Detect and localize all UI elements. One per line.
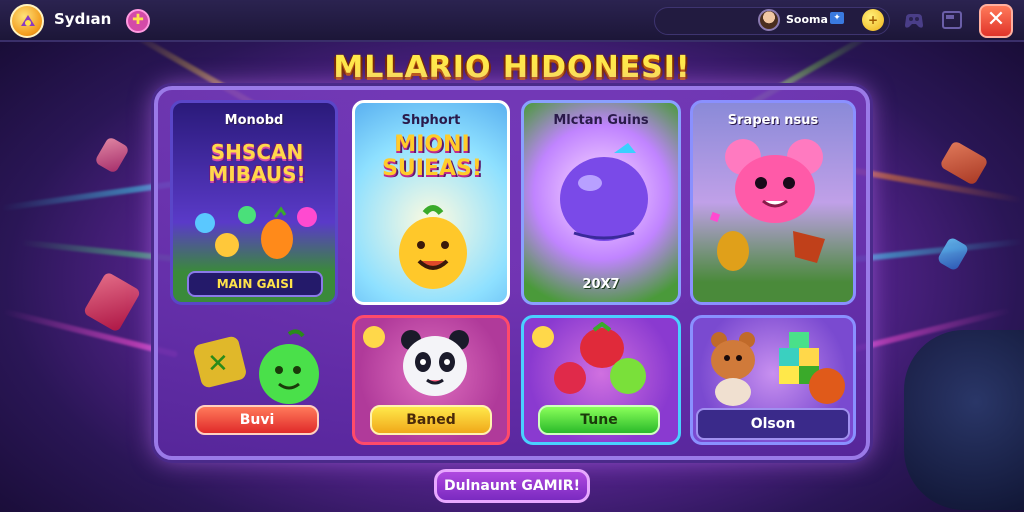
close-button[interactable]: ✕ xyxy=(979,4,1013,38)
badge-icon xyxy=(363,326,385,348)
green-character-art: ✕ xyxy=(194,329,319,404)
background-orb xyxy=(904,330,1024,510)
plus-icon[interactable]: ✚ xyxy=(126,9,150,33)
card-title: Mlctan Guins xyxy=(553,113,649,128)
card-caption: 20X7 xyxy=(582,277,620,292)
floating-gem xyxy=(939,140,989,186)
plum-art xyxy=(560,143,648,241)
floating-gem xyxy=(936,236,970,272)
buvi-button[interactable]: Buvi xyxy=(195,405,319,435)
baned-button[interactable]: Baned xyxy=(370,405,492,435)
user-name: Sooma xyxy=(786,13,828,26)
coin-icon[interactable]: + xyxy=(862,9,884,31)
avatar[interactable] xyxy=(758,9,780,31)
game-card-mlctan[interactable]: Mlctan Guins 20X7 xyxy=(521,100,681,305)
flag-icon: ✦ xyxy=(830,12,844,24)
app-title: Sydıan xyxy=(54,10,112,28)
top-bar: Sydıan ✚ Sooma ✦ + ✕ xyxy=(0,0,1024,42)
game-card-shphort[interactable]: Shphort MIONI SUIEAS! xyxy=(352,100,510,305)
card-title: Monobd xyxy=(224,113,284,128)
logo-icon[interactable] xyxy=(10,4,44,38)
fruit-bundle-art xyxy=(554,322,646,394)
card-title: Shphort xyxy=(401,113,461,128)
fruit-art xyxy=(195,206,317,259)
promo-text: MIONI SUIEAS! xyxy=(382,132,482,181)
mouse-character-art xyxy=(709,139,825,271)
bear-character-art xyxy=(711,332,845,406)
panda-character-art xyxy=(401,330,469,396)
window-icon[interactable] xyxy=(942,11,962,29)
smiling-fruit-art xyxy=(399,205,467,289)
card-title: Srapen nsus xyxy=(727,113,819,128)
svg-text:✕: ✕ xyxy=(207,349,229,379)
download-game-button[interactable]: Dulnaunt GAMIR! xyxy=(434,469,590,503)
close-icon: ✕ xyxy=(986,7,1006,32)
promo-text: SHSCAN MIBAUS! xyxy=(208,140,306,186)
game-card-main[interactable]: Monobd SHSCAN MIBAUS! MAIN GAISI xyxy=(170,100,338,305)
tune-button[interactable]: Tune xyxy=(538,405,660,435)
gamepad-icon[interactable] xyxy=(902,10,926,32)
game-card-srapen[interactable]: Srapen nsus xyxy=(690,100,856,305)
page-title: MLLARIO HIDONESI! xyxy=(333,50,691,85)
floating-gem xyxy=(94,136,130,174)
main-game-button[interactable]: MAIN GAISI xyxy=(187,271,323,297)
olson-button[interactable]: Olson xyxy=(696,408,850,440)
floating-gem xyxy=(82,271,142,333)
